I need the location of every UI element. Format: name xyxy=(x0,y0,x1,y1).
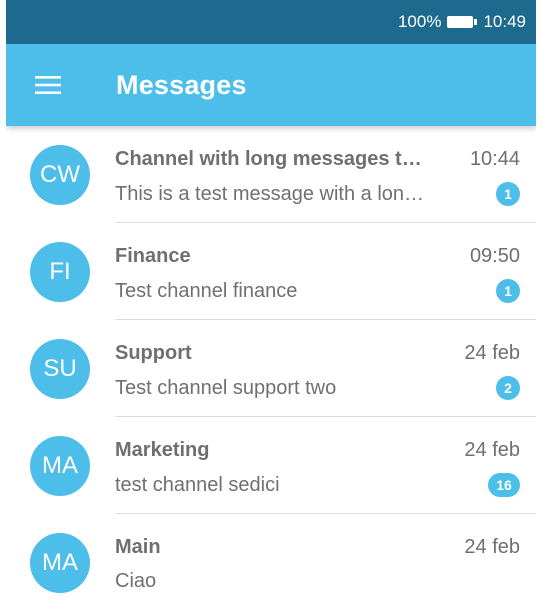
channel-time: 24 feb xyxy=(464,439,520,461)
unread-badge: 1 xyxy=(496,182,520,206)
channel-content: Finance 09:50 Test channel finance 1 xyxy=(115,223,536,320)
app-bar: Messages xyxy=(6,44,536,126)
channel-row[interactable]: MA Main 24 feb Ciao xyxy=(6,514,536,605)
app-screen: 100% 10:49 Messages CW Channel with long… xyxy=(6,0,536,605)
channel-name: Channel with long messages t… xyxy=(115,148,422,170)
channel-content: Marketing 24 feb test channel sedici 16 xyxy=(115,417,536,514)
channel-time: 24 feb xyxy=(464,342,520,364)
channel-name: Marketing xyxy=(115,439,210,461)
page-title: Messages xyxy=(116,69,247,100)
channel-row[interactable]: CW Channel with long messages t… 10:44 T… xyxy=(6,126,536,223)
channel-content: Support 24 feb Test channel support two … xyxy=(115,320,536,417)
channel-time: 09:50 xyxy=(469,245,520,267)
status-time: 10:49 xyxy=(483,12,526,31)
channel-name: Support xyxy=(115,342,192,364)
message-preview: Test channel support two xyxy=(115,376,337,399)
hamburger-menu-icon[interactable] xyxy=(20,57,76,113)
battery-percent: 100% xyxy=(397,12,442,31)
channel-name: Finance xyxy=(115,245,191,267)
channel-name: Main xyxy=(115,536,161,558)
channel-time: 10:44 xyxy=(469,148,520,170)
unread-badge: 2 xyxy=(496,376,520,400)
message-preview: test channel sedici xyxy=(115,473,280,496)
channel-list: CW Channel with long messages t… 10:44 T… xyxy=(6,126,536,605)
channel-row[interactable]: MA Marketing 24 feb test channel sedici … xyxy=(6,417,536,514)
message-preview: Ciao xyxy=(115,570,157,592)
battery-full-icon xyxy=(447,16,478,28)
avatar: MA xyxy=(30,436,90,496)
channel-row[interactable]: FI Finance 09:50 Test channel finance 1 xyxy=(6,223,536,320)
avatar: CW xyxy=(30,145,90,205)
unread-badge: 1 xyxy=(496,279,520,303)
message-preview: Test channel finance xyxy=(115,279,298,302)
channel-content: Main 24 feb Ciao xyxy=(115,514,536,605)
unread-badge: 16 xyxy=(488,473,520,497)
avatar: MA xyxy=(30,533,90,593)
avatar: FI xyxy=(30,242,90,302)
channel-content: Channel with long messages t… 10:44 This… xyxy=(115,126,536,223)
message-preview: This is a test message with a lon… xyxy=(115,182,425,205)
avatar: SU xyxy=(30,339,90,399)
status-bar: 100% 10:49 xyxy=(6,0,536,44)
channel-time: 24 feb xyxy=(464,536,520,558)
channel-row[interactable]: SU Support 24 feb Test channel support t… xyxy=(6,320,536,417)
